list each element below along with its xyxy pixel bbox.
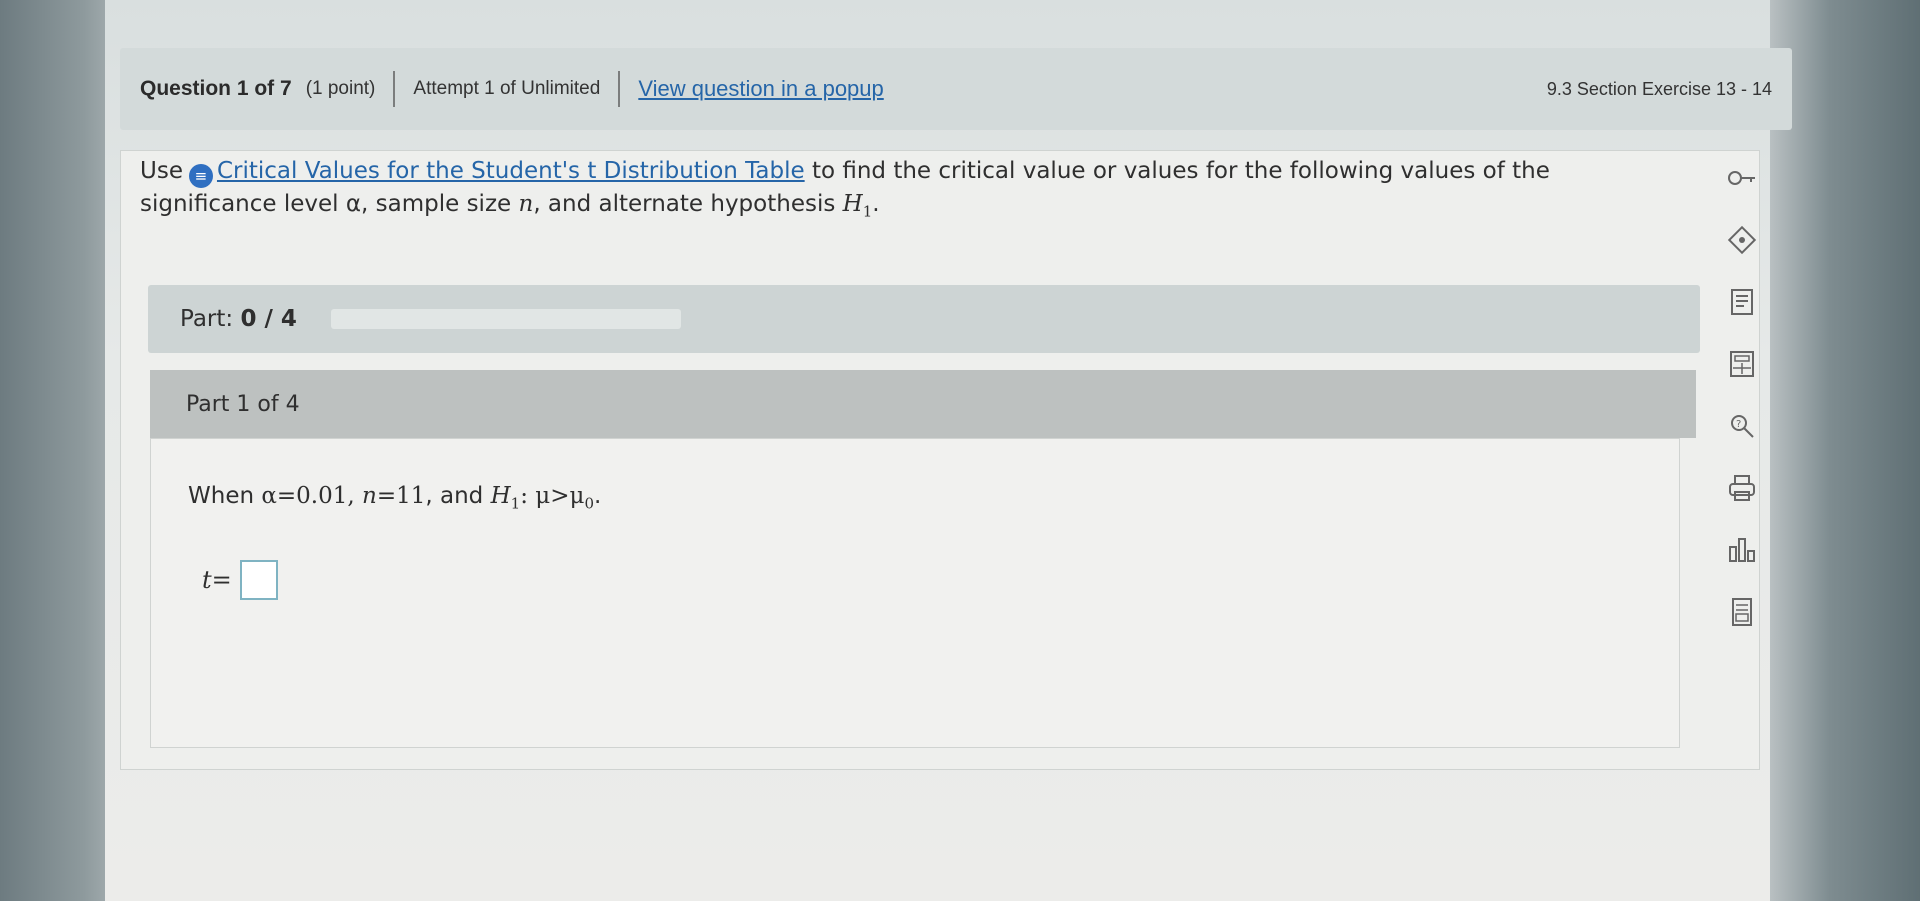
progress-label: Part: xyxy=(180,306,234,332)
svg-text:?: ? xyxy=(1736,419,1741,430)
t-answer-input[interactable] xyxy=(239,560,278,600)
equals-sign: = xyxy=(211,566,232,594)
progress-track xyxy=(330,309,681,329)
h-variable: H xyxy=(490,483,511,509)
part-and: , and xyxy=(425,483,491,509)
search-help-icon[interactable]: ? xyxy=(1722,406,1762,446)
tag-icon[interactable] xyxy=(1722,220,1762,260)
question-header: Question 1 of 7 (1 point) Attempt 1 of U… xyxy=(120,48,1792,130)
n-expression: =11 xyxy=(376,483,426,509)
t-variable: t xyxy=(202,566,212,594)
header-divider xyxy=(393,71,396,107)
part-when: When xyxy=(188,483,262,509)
view-popup-link[interactable]: View question in a popup xyxy=(638,76,883,102)
print-icon[interactable] xyxy=(1722,468,1762,508)
attempt-label: Attempt 1 of Unlimited xyxy=(413,78,601,99)
n-variable: n xyxy=(518,191,534,217)
t-table-link[interactable]: Critical Values for the Student's t Dist… xyxy=(217,158,805,184)
header-divider xyxy=(618,71,621,107)
part-colon: : xyxy=(520,483,536,509)
instruction-text: to find the critical value or values for… xyxy=(804,158,1550,184)
monitor-bezel-right xyxy=(1770,0,1920,901)
h-variable: H xyxy=(842,191,863,217)
answer-row: t = xyxy=(202,560,278,600)
h-subscript: 1 xyxy=(862,202,873,221)
part-progress-bar: Part: 0 / 4 xyxy=(148,285,1700,353)
notes-icon[interactable] xyxy=(1722,282,1762,322)
question-number: Question 1 of 7 xyxy=(140,77,292,100)
part-header: Part 1 of 4 xyxy=(150,370,1696,438)
part-title: Part 1 of 4 xyxy=(186,391,300,417)
n-variable: n xyxy=(362,483,377,509)
key-icon[interactable] xyxy=(1722,158,1762,198)
section-label: 9.3 Section Exercise 13 - 14 xyxy=(1546,78,1772,99)
progress-value: 0 / 4 xyxy=(240,306,297,332)
instruction-period: . xyxy=(872,191,880,217)
table-icon[interactable] xyxy=(1722,592,1762,632)
calculator-icon[interactable] xyxy=(1722,344,1762,384)
question-instructions: Use ≡ Critical Values for the Student's t … xyxy=(140,155,1640,228)
mu-expression: μ>μ xyxy=(535,483,585,509)
instruction-line2: significance level α, sample size xyxy=(140,191,519,217)
chart-icon[interactable] xyxy=(1722,530,1762,570)
instruction-use: Use xyxy=(140,158,183,184)
part-period: . xyxy=(593,483,602,509)
expand-info-icon[interactable]: ≡ xyxy=(188,164,213,188)
side-toolbar: ? xyxy=(1710,158,1774,632)
h-subscript: 1 xyxy=(510,494,521,513)
alpha-expression: α=0.01, xyxy=(261,483,355,509)
part-question: When α=0.01, n=11, and H1: μ>μ0. xyxy=(188,480,601,520)
mu-subscript: 0 xyxy=(584,494,594,513)
question-points: (1 point) xyxy=(305,78,376,99)
instruction-line2-mid: , and alternate hypothesis xyxy=(533,191,843,217)
